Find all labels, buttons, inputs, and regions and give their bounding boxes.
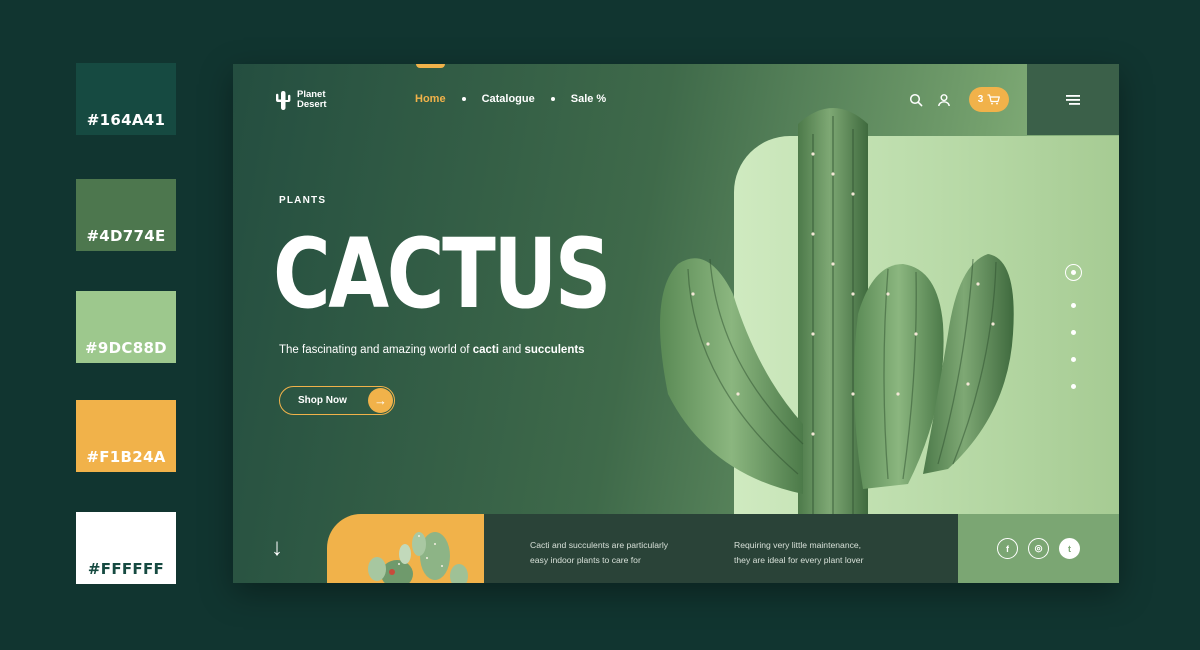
pager-dot[interactable] <box>1071 330 1076 335</box>
swatch-light-green: #9DC88D <box>76 291 176 363</box>
cactus-image <box>660 108 1014 514</box>
pager-dot[interactable] <box>1071 384 1076 389</box>
swatch-label: #F1B24A <box>86 448 166 466</box>
swatch-orange: #F1B24A <box>76 400 176 472</box>
main-nav: Home Catalogue Sale % <box>415 93 606 105</box>
info-text-line: easy indoor plants to care for <box>530 555 641 565</box>
brand-name: Planet Desert <box>297 90 327 110</box>
info-panel: Cacti and succulents are particularly ea… <box>484 514 958 583</box>
succulent-image <box>368 532 468 583</box>
shop-now-label: Shop Now <box>298 395 347 406</box>
hero-tagline: The fascinating and amazing world of cac… <box>279 344 585 356</box>
swatch-label: #FFFFFF <box>87 560 165 578</box>
info-text-line: Cacti and succulents are particularly <box>530 540 669 550</box>
nav-separator <box>550 97 555 101</box>
brand-logo[interactable]: Planet Desert <box>275 90 327 110</box>
succulent-thumbnail <box>327 514 484 583</box>
arrow-right-icon: → <box>368 388 393 413</box>
facebook-icon[interactable]: f <box>997 538 1018 559</box>
arrow-down-icon[interactable]: ↓ <box>271 534 283 562</box>
info-text-maintenance: Requiring very little maintenance, they … <box>734 538 863 568</box>
tagline-prefix: The fascinating and amazing world of <box>279 344 473 356</box>
pager-dot-active[interactable] <box>1065 264 1082 281</box>
website-mockup: Planet Desert Home Catalogue Sale % 3 PL… <box>233 64 1119 583</box>
hero-eyebrow: PLANTS <box>279 195 327 206</box>
menu-button[interactable] <box>1027 64 1119 135</box>
nav-catalogue[interactable]: Catalogue <box>482 93 535 105</box>
info-text-care: Cacti and succulents are particularly ea… <box>530 538 668 568</box>
pager-dot[interactable] <box>1071 357 1076 362</box>
swatch-mid-green: #4D774E <box>76 179 176 251</box>
shop-now-button[interactable]: Shop Now → <box>279 386 395 415</box>
nav-separator <box>461 97 466 101</box>
active-nav-indicator <box>416 64 445 68</box>
brand-line-2: Desert <box>297 99 327 110</box>
swatch-white: #FFFFFF <box>76 512 176 584</box>
hero-title: CACTUS <box>273 218 611 330</box>
tagline-mid: and <box>498 344 525 356</box>
pager-dot[interactable] <box>1071 303 1076 308</box>
tagline-succulents: succulents <box>524 344 585 356</box>
swatch-label: #164A41 <box>86 111 166 129</box>
bottom-band: ↓ Cacti and succulents are particularly … <box>233 514 1119 583</box>
info-text-line: Requiring very little maintenance, <box>734 540 862 550</box>
nav-home[interactable]: Home <box>415 93 446 105</box>
nav-sale[interactable]: Sale % <box>571 93 606 105</box>
cactus-logo-icon <box>276 91 291 110</box>
swatch-dark-green: #164A41 <box>76 63 176 135</box>
slide-pager <box>1065 264 1082 389</box>
twitter-icon[interactable]: t <box>1059 538 1080 559</box>
social-links: f ◎ t <box>958 514 1119 583</box>
info-text-line: they are ideal for every plant lover <box>734 555 864 565</box>
hamburger-icon <box>1066 94 1080 105</box>
swatch-label: #9DC88D <box>85 339 167 357</box>
instagram-icon[interactable]: ◎ <box>1028 538 1049 559</box>
swatch-label: #4D774E <box>86 227 166 245</box>
tagline-cacti: cacti <box>472 344 499 356</box>
